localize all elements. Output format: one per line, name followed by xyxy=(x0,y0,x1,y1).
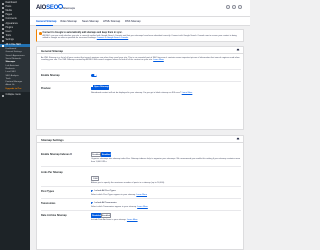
active-tab-indicator xyxy=(36,25,53,26)
include-all-taxonomies-checkbox[interactable] xyxy=(91,201,94,204)
sitemap-settings-card: Sitemap Settings Enable Sitemap Indexes … xyxy=(36,135,244,250)
sidebar-item-plugins[interactable]: Plugins xyxy=(0,27,30,30)
include-all-post-types-label: Include All Post Types xyxy=(94,189,116,192)
post-types-learn-more-link[interactable]: Learn More xyxy=(136,194,147,196)
tab-general-sitemap[interactable]: General Sitemap xyxy=(36,20,56,23)
preview-label: Preview xyxy=(41,86,51,90)
taxonomies-label: Taxonomies xyxy=(41,201,56,205)
taxonomies-learn-more-link[interactable]: Learn More xyxy=(137,206,148,208)
connect-gsc-link[interactable]: Connect to Google Search Console xyxy=(97,37,128,39)
sitemap-settings-header[interactable]: Sitemap Settings xyxy=(37,136,243,143)
collapse-icon xyxy=(2,94,4,97)
gsc-connect-notice: Connect to Google to automatically add s… xyxy=(36,29,244,42)
wp-admin-sidebar: Dashboard Posts Media Pages Comments App… xyxy=(0,0,30,250)
sidebar-item-users[interactable]: Users xyxy=(0,31,30,34)
sitemap-indexes-label: Enable Sitemap Indexes xyxy=(41,153,73,156)
sidebar-item-pages[interactable]: Pages xyxy=(0,14,30,17)
posts-icon xyxy=(2,6,4,9)
post-types-label: Post Types xyxy=(41,189,55,193)
sidebar-item-posts[interactable]: Posts xyxy=(0,6,30,9)
sidebar-item-dashboard[interactable]: Dashboard xyxy=(0,2,30,5)
sidebar-item-tools[interactable]: Tools xyxy=(0,35,30,38)
links-per-sitemap-help: Allows you to specify the maximum number… xyxy=(91,182,165,184)
open-sitemap-button[interactable]: Open Sitemap xyxy=(91,85,109,90)
date-archive-help: Include Date Archives in your sitemap. L… xyxy=(91,219,138,221)
settings-icon xyxy=(2,39,4,42)
tab-rss-sitemap[interactable]: RSS Sitemap xyxy=(125,20,141,23)
sitemap-indexes-help: Organize sitemaps into sitemap index fil… xyxy=(91,158,241,163)
notice-title: Connect to Google to automatically add s… xyxy=(42,31,123,34)
help-icon[interactable] xyxy=(238,5,242,9)
general-sitemap-card: General Sitemap An XML Sitemap is a list… xyxy=(36,46,244,130)
card-title: Sitemap Settings xyxy=(41,138,64,143)
include-all-post-types-checkbox[interactable] xyxy=(91,189,94,192)
media-icon xyxy=(2,10,4,13)
notice-text: AIOSEO can now verify whether your site … xyxy=(42,34,237,40)
breadcrumb-separator: / xyxy=(60,5,61,10)
general-sitemap-description: An XML Sitemap is a list of all your con… xyxy=(41,56,240,62)
aioseo-header: AIOSEO / Sitemaps xyxy=(30,0,250,17)
tab-html-sitemap[interactable]: HTML Sitemap xyxy=(103,20,120,23)
preview-learn-more-link[interactable]: Learn More xyxy=(182,92,193,94)
indexes-disabled-option[interactable]: Disabled xyxy=(91,152,101,157)
learn-more-link[interactable]: Learn More xyxy=(153,59,164,61)
chevron-up-icon[interactable] xyxy=(236,48,240,52)
comments-icon xyxy=(2,18,4,21)
links-per-sitemap-input[interactable]: 1000 xyxy=(91,176,99,181)
date-archive-enabled-option[interactable]: Enabled xyxy=(101,213,111,218)
enable-sitemap-toggle[interactable] xyxy=(91,73,97,77)
sidebar-item-comments[interactable]: Comments xyxy=(0,18,30,21)
enable-sitemap-label: Enable Sitemap xyxy=(41,74,60,77)
aioseo-submenu: Dashboard General Settings Search Appear… xyxy=(0,47,30,93)
dashboard-icon xyxy=(2,2,4,5)
sidebar-item-appearance[interactable]: Appearance xyxy=(0,23,30,26)
monitor-icon[interactable] xyxy=(232,5,236,9)
tools-icon xyxy=(2,35,4,38)
submenu-upgrade-to-pro[interactable]: Upgrade to Pro xyxy=(6,88,22,91)
collapse-menu-button[interactable]: Collapse menu xyxy=(0,94,30,97)
breadcrumb-current: Sitemaps xyxy=(62,5,76,10)
date-archive-learn-more-link[interactable]: Learn More xyxy=(127,219,138,221)
pages-icon xyxy=(2,14,4,17)
indexes-enabled-option[interactable]: Enabled xyxy=(101,152,111,157)
sidebar-item-settings[interactable]: Settings xyxy=(0,39,30,42)
users-icon xyxy=(2,31,4,34)
sitemap-tabs: General Sitemap Video Sitemap News Sitem… xyxy=(30,17,250,26)
include-all-taxonomies-label: Include All Taxonomies xyxy=(94,201,117,204)
date-archive-label: Date Archive Sitemap xyxy=(41,213,67,217)
card-title: General Sitemap xyxy=(41,49,64,54)
links-per-sitemap-label: Links Per Sitemap xyxy=(41,171,63,174)
warning-icon xyxy=(39,32,42,35)
plugins-icon xyxy=(2,27,4,30)
taxonomies-help: Select which Taxonomies appear in your s… xyxy=(91,205,148,208)
tab-news-sitemap[interactable]: News Sitemap xyxy=(82,20,99,23)
appearance-icon xyxy=(2,23,4,26)
notifications-icon[interactable] xyxy=(226,5,230,9)
tab-video-sitemap[interactable]: Video Sitemap xyxy=(60,20,77,23)
preview-help: Noindexed content will not be displayed … xyxy=(91,92,193,94)
help-tooltip-icon[interactable] xyxy=(70,153,73,156)
general-sitemap-header[interactable]: General Sitemap xyxy=(37,47,243,54)
sidebar-item-media[interactable]: Media xyxy=(0,10,30,13)
post-types-help: Select which Post Types appear in your s… xyxy=(91,193,147,196)
chevron-up-icon[interactable] xyxy=(236,137,240,141)
date-archive-disabled-option[interactable]: Disabled xyxy=(91,213,101,218)
